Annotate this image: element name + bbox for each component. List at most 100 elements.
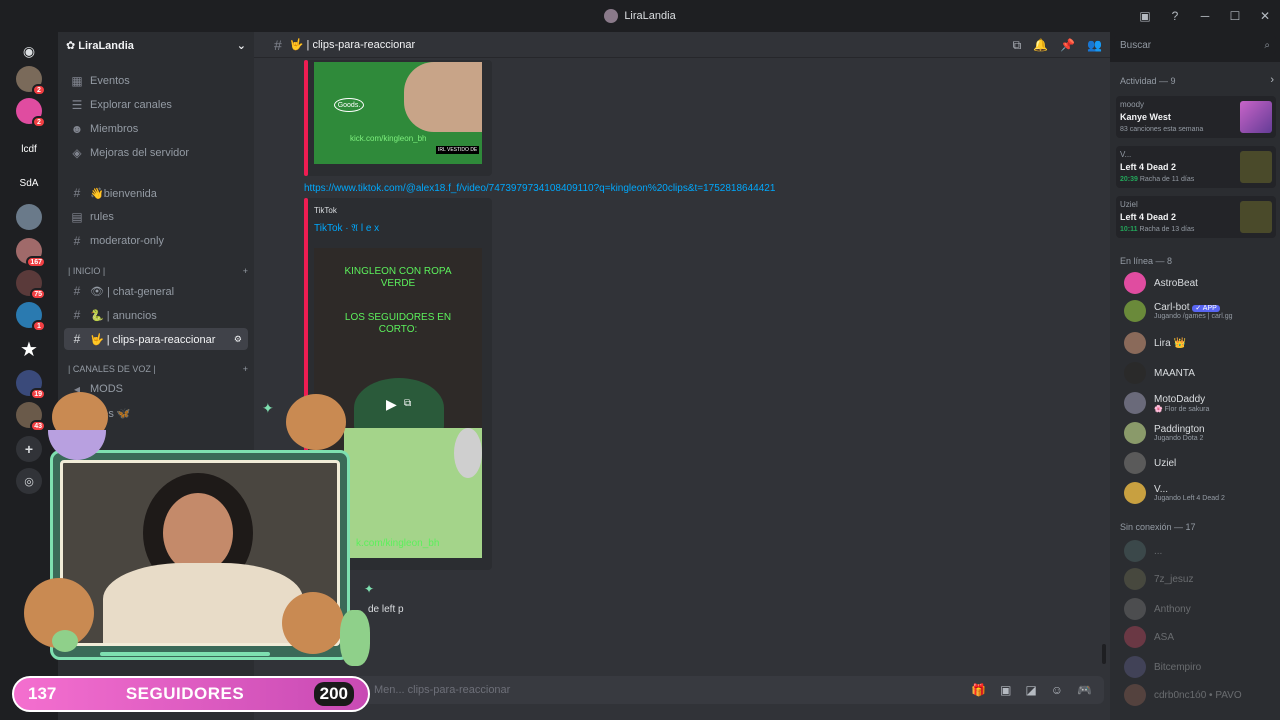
- member-item[interactable]: Lira 👑: [1124, 330, 1274, 356]
- channel-label: 🤟 | clips-para-reaccionar: [90, 333, 216, 346]
- member-item[interactable]: Uziel: [1124, 450, 1274, 476]
- message-composer[interactable]: Men... clips-para-reaccionar 🎁 ▣ ◪ ☺ 🎮: [274, 676, 1104, 704]
- discord-home-icon[interactable]: ◉: [16, 38, 42, 64]
- embed-provider: TikTok: [314, 206, 337, 215]
- maximize-button[interactable]: ☐: [1220, 0, 1250, 32]
- server-sda[interactable]: SdA: [16, 170, 42, 196]
- channel-clips-para-reaccionar[interactable]: # 🤟 | clips-para-reaccionar ⚙: [64, 328, 248, 350]
- activity-detail: 83 canciones esta semana: [1120, 126, 1203, 133]
- member-name: MotoDaddy: [1154, 393, 1206, 405]
- server-lcdf[interactable]: lcdf: [16, 136, 42, 162]
- server-icon[interactable]: 1: [16, 302, 46, 332]
- bear-sticker-icon: [282, 592, 344, 654]
- sticker-icon[interactable]: ◪: [1025, 683, 1036, 697]
- embed-author[interactable]: TikTok · 𝔄 l e x: [314, 223, 379, 234]
- scrollbar[interactable]: [1102, 644, 1106, 664]
- activity-card[interactable]: moody Kanye West 83 canciones esta seman…: [1116, 96, 1276, 138]
- video-thumbnail[interactable]: Goods. kick.com/kingleon_bh IRL VESTIDO …: [314, 62, 482, 164]
- overlay-divider: [100, 652, 270, 656]
- category-label: | CANALES DE VOZ |: [68, 364, 156, 374]
- server-badge: 167: [26, 256, 46, 268]
- message-link[interactable]: https://www.tiktok.com/@alex18.f_f/video…: [304, 183, 775, 194]
- server-icon[interactable]: 2: [16, 98, 46, 128]
- member-item[interactable]: V... Jugando Left 4 Dead 2: [1124, 480, 1274, 506]
- server-icon[interactable]: [16, 204, 42, 230]
- threads-icon[interactable]: ⧉: [1013, 38, 1022, 53]
- sidebar-item-miembros[interactable]: ☻ Miembros: [64, 118, 248, 140]
- member-item[interactable]: MotoDaddy 🌸 Flor de sakura: [1124, 390, 1274, 416]
- apps-icon[interactable]: 🎮: [1077, 683, 1092, 697]
- channel-label: moderator-only: [90, 235, 164, 247]
- gift-icon[interactable]: 🎁: [971, 683, 986, 697]
- play-icon[interactable]: ▶: [386, 396, 397, 413]
- activity-detail: 10:11 Racha de 13 días: [1120, 226, 1194, 233]
- emoji-icon[interactable]: ☺: [1051, 683, 1063, 697]
- star-icon[interactable]: ★: [16, 336, 42, 362]
- activity-card[interactable]: V... Left 4 Dead 2 20:39 Racha de 11 día…: [1116, 146, 1276, 188]
- help-icon[interactable]: ?: [1160, 0, 1190, 32]
- minimize-button[interactable]: ─: [1190, 0, 1220, 32]
- category-inicio[interactable]: | INICIO | +: [68, 266, 248, 276]
- sidebar-item-label: Explorar canales: [90, 99, 172, 111]
- server-badge: 75: [30, 288, 46, 300]
- avatar: [1124, 540, 1146, 562]
- add-channel-icon[interactable]: +: [243, 266, 248, 276]
- member-item[interactable]: Anthony: [1124, 596, 1274, 622]
- sidebar-item-mejoras[interactable]: ◈ Mejoras del servidor: [64, 142, 248, 164]
- member-item[interactable]: MAANTA: [1124, 360, 1274, 386]
- settings-icon[interactable]: ⚙: [234, 334, 242, 345]
- online-title: En línea — 8: [1120, 256, 1173, 266]
- server-icon[interactable]: 75: [16, 270, 46, 300]
- server-icon[interactable]: 2: [16, 66, 46, 96]
- channel-label: 👋bienvenida: [90, 187, 157, 200]
- member-status: 🌸 Flor de sakura: [1154, 405, 1210, 413]
- member-item[interactable]: Paddington Jugando Dota 2: [1124, 420, 1274, 446]
- server-icon[interactable]: 167: [16, 238, 46, 268]
- member-item[interactable]: AstroBeat: [1124, 270, 1274, 296]
- member-name: Paddington: [1154, 424, 1205, 435]
- bell-icon[interactable]: 🔔: [1033, 38, 1048, 52]
- composer-toolbar: 🎁 ▣ ◪ ☺ 🎮: [971, 676, 1092, 704]
- calendar-icon: ▦: [71, 74, 83, 88]
- member-item[interactable]: ASA: [1124, 624, 1274, 650]
- sidebar-item-eventos[interactable]: ▦ Eventos: [64, 70, 248, 92]
- member-item[interactable]: ...: [1124, 538, 1274, 564]
- channel-label: rules: [90, 211, 114, 223]
- gif-icon[interactable]: ▣: [1000, 683, 1011, 697]
- member-name: cdrb0nc1ó0 • PAVO: [1154, 689, 1242, 701]
- channel-rules[interactable]: ▤ rules: [64, 206, 248, 228]
- avatar: [1124, 656, 1146, 678]
- guild-header[interactable]: ✿ LiraLandia ⌄: [58, 32, 254, 58]
- member-name: V...: [1154, 484, 1169, 495]
- category-voz[interactable]: | CANALES DE VOZ | +: [68, 364, 248, 374]
- member-status: Jugando Dota 2: [1154, 435, 1204, 442]
- search-input[interactable]: Buscar ⌕: [1114, 36, 1276, 54]
- add-channel-icon[interactable]: +: [243, 364, 248, 374]
- activity-card[interactable]: Uziel Left 4 Dead 2 10:11 Racha de 13 dí…: [1116, 196, 1276, 238]
- thumbnail-caption: IRL VESTIDO DE: [436, 146, 480, 154]
- avatar: [1124, 626, 1146, 648]
- external-link-icon[interactable]: ⧉: [404, 398, 411, 409]
- member-item[interactable]: 7z_jesuz: [1124, 566, 1274, 592]
- activity-time: 20:39: [1120, 176, 1138, 183]
- channel-moderator-only[interactable]: # moderator-only: [64, 230, 248, 252]
- member-item[interactable]: cdrb0nc1ó0 • PAVO: [1124, 682, 1274, 708]
- close-button[interactable]: ✕: [1250, 0, 1280, 32]
- pin-icon[interactable]: 📌: [1060, 38, 1075, 52]
- search-placeholder: Buscar: [1120, 39, 1152, 51]
- member-item[interactable]: Bitcempiro: [1124, 654, 1274, 680]
- sidebar-item-explorar[interactable]: ☰ Explorar canales: [64, 94, 248, 116]
- channel-label: 🐍 | anuncios: [90, 309, 157, 322]
- members-list-icon[interactable]: 👥: [1087, 38, 1102, 52]
- chevron-right-icon[interactable]: ›: [1270, 74, 1274, 86]
- channel-bienvenida[interactable]: # 👋bienvenida: [64, 182, 248, 204]
- window-title: LiraLandia: [604, 9, 676, 23]
- member-item[interactable]: Carl-bot ✓ APP Jugando /games | carl.gg: [1124, 298, 1274, 324]
- activity-time: 10:11: [1120, 226, 1138, 233]
- member-name: 7z_jesuz: [1154, 573, 1194, 585]
- channel-anuncios[interactable]: # 🐍 | anuncios: [64, 304, 248, 326]
- inbox-icon[interactable]: ▣: [1130, 0, 1160, 32]
- channel-title: 🤟 | clips-para-reaccionar: [289, 39, 416, 51]
- followers-label: SEGUIDORES: [125, 684, 245, 703]
- channel-chat-general[interactable]: # 👁 | chat-general: [64, 280, 248, 302]
